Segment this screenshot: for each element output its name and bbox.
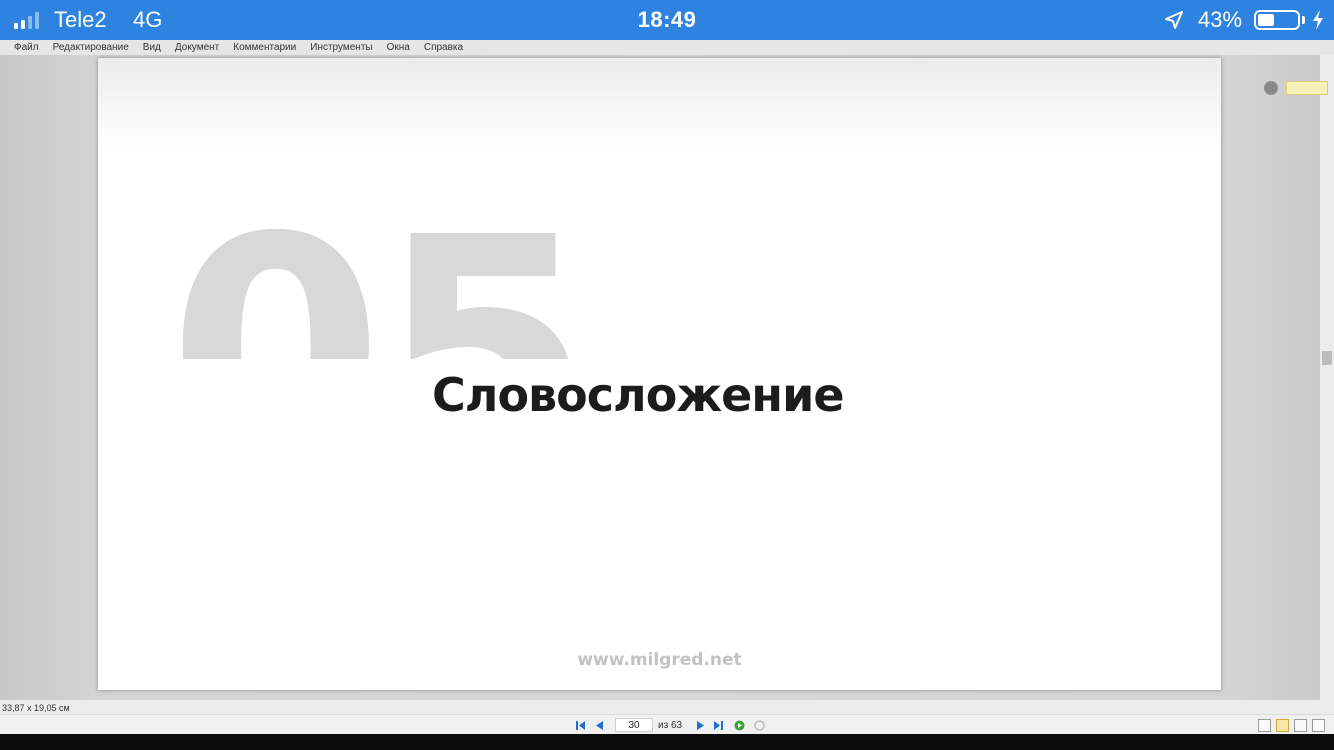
go-forward-icon[interactable] bbox=[734, 720, 745, 731]
menu-file[interactable]: Файл bbox=[0, 42, 46, 53]
scrollbar-thumb[interactable] bbox=[1322, 351, 1332, 365]
facing-view-icon[interactable] bbox=[1294, 719, 1307, 732]
slide-page: 05 Словосложение www.milgred.net bbox=[98, 58, 1221, 690]
continuous-facing-view-icon[interactable] bbox=[1312, 719, 1325, 732]
page-dimensions: 33,87 x 19,05 см bbox=[2, 703, 70, 713]
hand-tool-icon[interactable] bbox=[1264, 81, 1278, 95]
sign-badge[interactable] bbox=[1286, 81, 1328, 95]
previous-page-icon[interactable] bbox=[594, 720, 605, 731]
menu-windows[interactable]: Окна bbox=[380, 42, 417, 53]
slide-title: Словосложение bbox=[432, 368, 845, 422]
page-count: из 63 bbox=[658, 720, 683, 731]
menu-help[interactable]: Справка bbox=[417, 42, 470, 53]
ios-status-bar: Tele2 4G 18:49 43% bbox=[0, 0, 1334, 40]
location-arrow-icon bbox=[1165, 11, 1183, 29]
network-type: 4G bbox=[133, 7, 163, 32]
menu-tools[interactable]: Инструменты bbox=[303, 42, 379, 53]
go-back-icon[interactable] bbox=[754, 720, 765, 731]
menu-document[interactable]: Документ bbox=[168, 42, 226, 53]
continuous-view-icon[interactable] bbox=[1276, 719, 1289, 732]
page-top-shade bbox=[98, 58, 1221, 148]
screen-bottom-edge bbox=[0, 734, 1334, 750]
battery-level bbox=[1258, 14, 1274, 26]
menu-comments[interactable]: Комментарии bbox=[226, 42, 303, 53]
clock: 18:49 bbox=[637, 7, 697, 32]
slide-footer-url: www.milgred.net bbox=[577, 650, 742, 670]
battery-icon bbox=[1254, 10, 1300, 30]
menu-edit[interactable]: Редактирование bbox=[46, 42, 136, 53]
battery-percent: 43% bbox=[1198, 7, 1243, 32]
next-page-icon[interactable] bbox=[695, 720, 706, 731]
single-page-view-icon[interactable] bbox=[1258, 719, 1271, 732]
last-page-icon[interactable] bbox=[713, 720, 724, 731]
page-number-input[interactable]: 30 bbox=[615, 718, 653, 732]
carrier-name: Tele2 bbox=[54, 7, 107, 32]
first-page-icon[interactable] bbox=[575, 720, 586, 731]
menu-view[interactable]: Вид bbox=[136, 42, 168, 53]
menu-bar: Файл Редактирование Вид Документ Коммент… bbox=[0, 40, 1334, 55]
battery-nub bbox=[1302, 16, 1305, 24]
charging-bolt-icon bbox=[1313, 10, 1323, 30]
vertical-scrollbar[interactable] bbox=[1320, 55, 1334, 700]
page-navigation-bar: 30 из 63 bbox=[0, 714, 1334, 735]
signal-icon bbox=[14, 12, 39, 29]
